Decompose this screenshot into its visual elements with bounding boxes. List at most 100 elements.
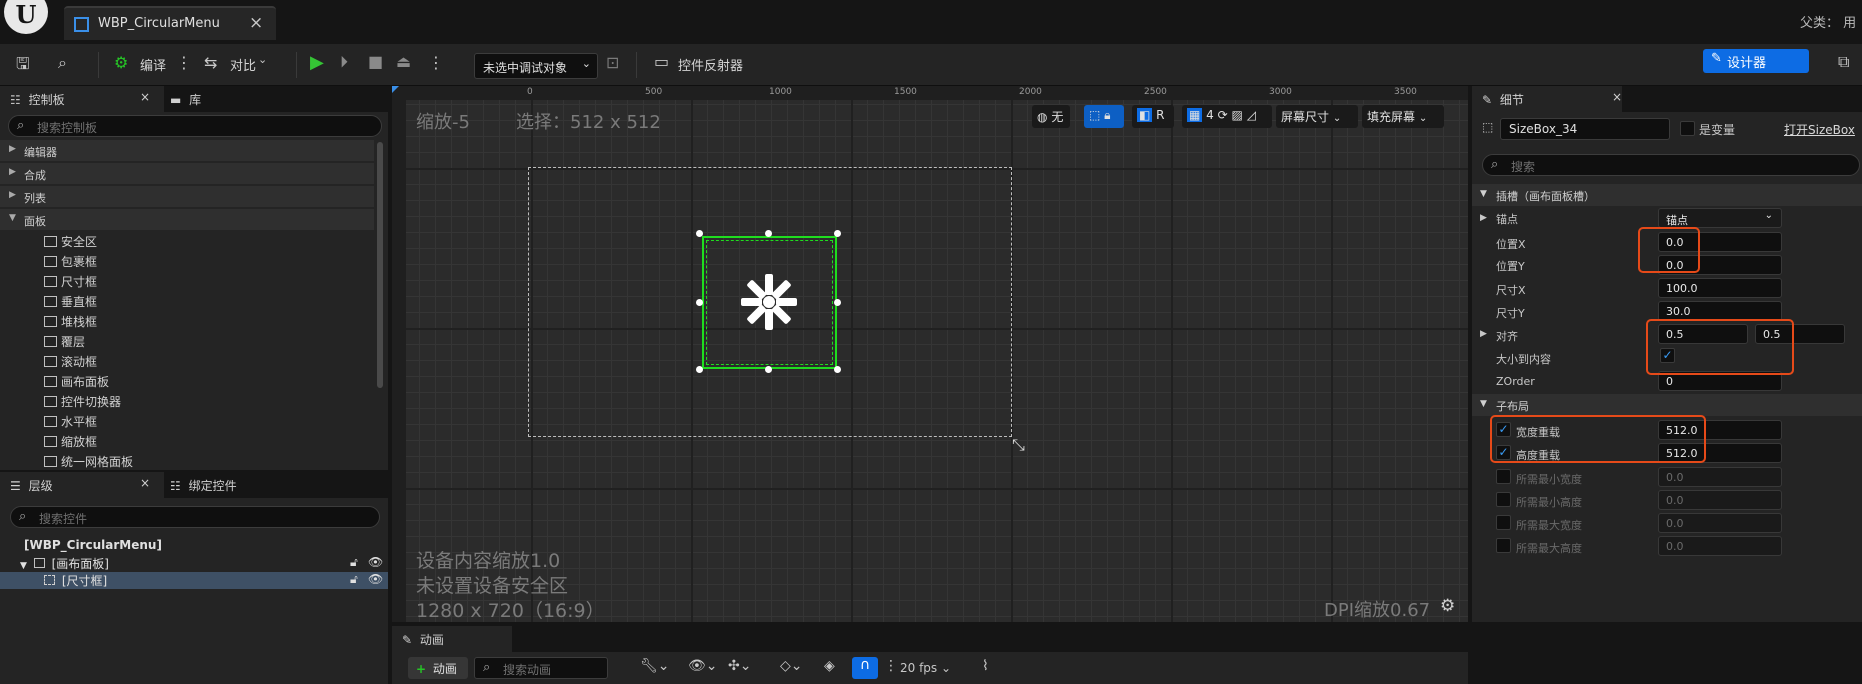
hierarchy-search-input[interactable]: ⌕ 搜索控件: [10, 506, 380, 528]
more-options-icon[interactable]: ⋮: [884, 658, 898, 674]
palette-item-size-box[interactable]: 尺寸框: [44, 273, 97, 293]
triangle-icon[interactable]: ◿: [1247, 108, 1256, 122]
locale-preview-button[interactable]: ◍ 无: [1032, 105, 1070, 128]
grid-snap-group[interactable]: ▦ 4 ⟳ ▨ ◿: [1182, 105, 1272, 128]
close-icon[interactable]: ×: [140, 476, 150, 490]
caret-right-icon[interactable]: ▶: [1480, 213, 1487, 223]
browse-icon[interactable]: ⌕: [58, 53, 67, 73]
rotate-snap-icon[interactable]: ⟳: [1218, 108, 1228, 122]
category-editor[interactable]: ▶ 编辑器: [0, 140, 374, 162]
compile-button[interactable]: 编译: [140, 55, 166, 74]
close-icon[interactable]: ×: [140, 90, 150, 104]
save-icon[interactable]: 🖫: [16, 53, 30, 80]
caret-right-icon[interactable]: ▶: [1480, 329, 1487, 339]
tab-animation[interactable]: ✎ 动画: [392, 626, 512, 652]
designer-mode-button[interactable]: ✎ 设计器: [1703, 49, 1809, 73]
palette-scrollbar[interactable]: [377, 142, 383, 388]
diff-icon[interactable]: ⇆: [204, 53, 217, 72]
min-width-input[interactable]: 0.0: [1658, 467, 1782, 487]
resize-handle[interactable]: [834, 366, 841, 373]
min-height-input[interactable]: 0.0: [1658, 490, 1782, 510]
play-options-icon[interactable]: ⋮: [428, 53, 444, 72]
tab-bind-widgets[interactable]: ☷ 绑定控件: [170, 472, 290, 498]
more-options-icon[interactable]: ⋮: [176, 53, 192, 72]
selected-size-box[interactable]: [702, 236, 837, 369]
palette-search-input[interactable]: ⌕ 搜索控制板: [8, 115, 382, 137]
size-x-input[interactable]: 100.0: [1658, 278, 1782, 298]
palette-item-wrap-box[interactable]: 包裹框: [44, 253, 97, 273]
asset-tab[interactable]: WBP_CircularMenu ×: [64, 6, 276, 40]
chevron-down-icon[interactable]: ⌄: [258, 53, 267, 66]
lock-icon[interactable]: 🔓︎: [350, 572, 358, 587]
resize-handle[interactable]: [834, 299, 841, 306]
snap-icon[interactable]: ✣⌄: [728, 658, 751, 674]
designer-viewport[interactable]: 0 500 1000 1500 2000 2500 3000 3500 ⤡ 缩放…: [392, 86, 1468, 622]
child-layout-section-header[interactable]: ▼ 子布局: [1472, 394, 1862, 416]
palette-item-scroll-box[interactable]: 滚动框: [44, 353, 97, 373]
wrench-icon[interactable]: 🔧︎⌄: [640, 658, 670, 674]
tab-library[interactable]: ▬ 库: [170, 86, 250, 112]
palette-item-vertical-box[interactable]: 垂直框: [44, 293, 97, 313]
palette-item-overlay[interactable]: 覆层: [44, 333, 85, 353]
debug-filter-icon[interactable]: ⊡: [606, 53, 619, 72]
graph-mode-icon[interactable]: ⧉: [1838, 52, 1849, 72]
resize-handle[interactable]: [696, 366, 703, 373]
tab-palette[interactable]: ☷ 控制板 ×: [0, 86, 164, 112]
compile-icon[interactable]: ⚙: [114, 53, 128, 72]
details-search-input[interactable]: ⌕ 搜索: [1482, 154, 1860, 176]
max-width-input[interactable]: 0.0: [1658, 513, 1782, 533]
screen-size-select[interactable]: 屏幕尺寸 ⌄: [1276, 105, 1358, 128]
close-icon[interactable]: ×: [249, 13, 263, 33]
palette-item-uniform-grid[interactable]: 统一网格面板: [44, 453, 133, 473]
eye-icon[interactable]: 👁︎⌄: [688, 658, 718, 674]
step-icon[interactable]: ⏵: [340, 52, 348, 72]
palette-item-canvas-panel[interactable]: 画布面板: [44, 373, 109, 393]
max-height-input[interactable]: 0.0: [1658, 536, 1782, 556]
unreal-logo-icon[interactable]: U: [4, 0, 48, 34]
eject-icon[interactable]: ⏏: [396, 52, 411, 71]
debug-object-select[interactable]: 未选中调试对象 ⌄: [474, 53, 598, 79]
min-width-checkbox[interactable]: [1496, 469, 1511, 484]
eye-icon[interactable]: 👁︎: [368, 572, 383, 586]
open-sizebox-link[interactable]: 打开SizeBox: [1784, 121, 1855, 138]
tree-root-row[interactable]: [WBP_CircularMenu]: [0, 538, 388, 555]
resize-handle[interactable]: [834, 230, 841, 237]
play-icon[interactable]: ▶: [310, 52, 324, 73]
resize-handle[interactable]: [765, 230, 772, 237]
resize-handle[interactable]: [696, 230, 703, 237]
tab-hierarchy[interactable]: ☰ 层级 ×: [0, 472, 164, 498]
tree-sizebox-row[interactable]: [尺寸框] 🔓︎ 👁︎: [0, 572, 388, 589]
transform-lock-button[interactable]: ⬚ 🔒︎: [1084, 105, 1124, 128]
max-height-checkbox[interactable]: [1496, 538, 1511, 553]
palette-item-safe-zone[interactable]: 安全区: [44, 233, 97, 253]
category-composite[interactable]: ▶ 合成: [0, 163, 374, 185]
lock-icon[interactable]: 🔓︎: [350, 555, 358, 570]
key-icon[interactable]: ◇⌄: [780, 658, 803, 674]
widget-reflector-icon[interactable]: ▭: [654, 52, 669, 71]
resize-handle[interactable]: [765, 366, 772, 373]
palette-item-scale-box[interactable]: 缩放框: [44, 433, 97, 453]
keyframe-icon[interactable]: ◈: [824, 658, 835, 674]
slot-section-header[interactable]: ▼ 插槽（画布面板槽）: [1472, 184, 1862, 206]
palette-item-stack-box[interactable]: 堆栈框: [44, 313, 97, 333]
resize-handle[interactable]: [696, 299, 703, 306]
diff-button[interactable]: 对比: [230, 55, 256, 74]
gear-icon[interactable]: ⚙: [1440, 596, 1455, 616]
size-y-input[interactable]: 30.0: [1658, 301, 1782, 321]
magnet-icon[interactable]: ∩: [852, 657, 878, 679]
animation-search-input[interactable]: ⌕ 搜索动画: [474, 657, 608, 679]
is-variable-checkbox[interactable]: [1680, 121, 1695, 136]
eye-icon[interactable]: 👁︎: [368, 555, 383, 569]
curve-editor-icon[interactable]: ⌇: [982, 658, 989, 674]
palette-item-widget-switcher[interactable]: 控件切换器: [44, 393, 121, 413]
max-width-checkbox[interactable]: [1496, 515, 1511, 530]
stop-icon[interactable]: ■: [368, 52, 383, 71]
fill-screen-select[interactable]: 填充屏幕 ⌄: [1362, 105, 1444, 128]
tab-details[interactable]: ✎ 细节 ×: [1472, 86, 1622, 112]
min-height-checkbox[interactable]: [1496, 492, 1511, 507]
widget-reflector-button[interactable]: 控件反射器: [678, 55, 743, 74]
resize-handle-icon[interactable]: ⤡: [1012, 435, 1025, 455]
add-animation-button[interactable]: + 动画: [408, 657, 468, 679]
close-icon[interactable]: ×: [1612, 90, 1622, 104]
respect-locks-button[interactable]: ◧ R: [1132, 105, 1174, 128]
